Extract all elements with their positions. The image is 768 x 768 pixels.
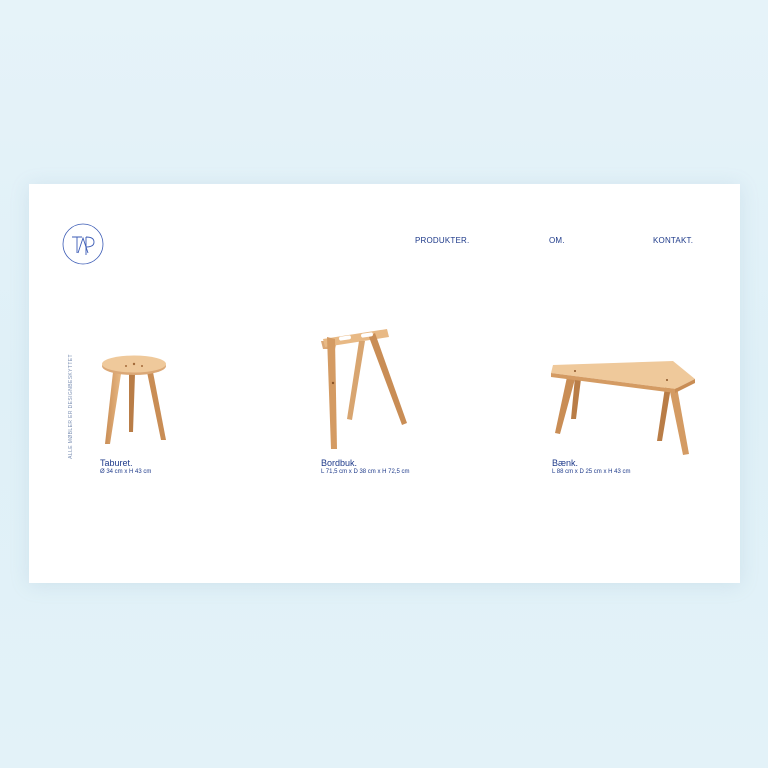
- nav-om[interactable]: OM.: [549, 236, 565, 245]
- product-dimensions: L 88 cm x D 25 cm x H 43 cm: [552, 469, 631, 475]
- nav-produkter[interactable]: PRODUKTER.: [415, 236, 469, 245]
- site-frame: PRODUKTER. OM. KONTAKT. ALLE MØBLER ER D…: [29, 184, 740, 583]
- nav-kontakt[interactable]: KONTAKT.: [653, 236, 693, 245]
- stool-image: [102, 355, 166, 444]
- product-card-baenk[interactable]: [549, 359, 699, 459]
- product-name: Bænk.: [552, 458, 579, 468]
- product-dimensions: Ø 34 cm x H 43 cm: [100, 469, 152, 475]
- bench-image: [551, 361, 695, 455]
- product-name: Taburet.: [100, 458, 133, 468]
- product-card-taburet[interactable]: [99, 354, 169, 464]
- design-protection-note: ALLE MØBLER ER DESIGNBESKYTTET: [68, 354, 74, 459]
- product-dimensions: L 71,5 cm x D 38 cm x H 72,5 cm: [321, 469, 410, 475]
- product-card-bordbuk[interactable]: [319, 327, 409, 457]
- product-name: Bordbuk.: [321, 458, 358, 468]
- tap-logo[interactable]: [62, 223, 104, 265]
- trestle-image: [321, 329, 407, 449]
